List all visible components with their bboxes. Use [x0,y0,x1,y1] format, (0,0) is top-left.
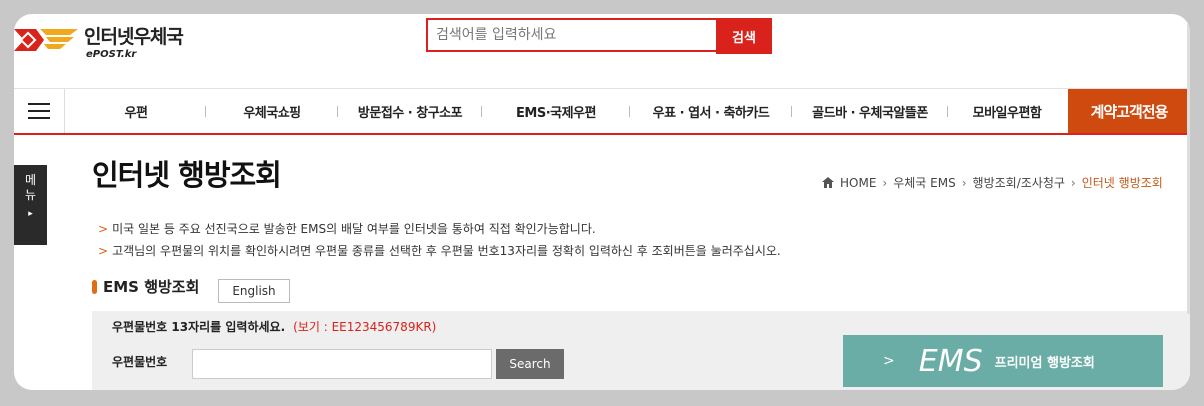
contract-customer-button[interactable]: 계약고객전용 [1068,89,1190,133]
side-menu-tab[interactable]: 메 뉴 ▸ [14,165,47,245]
nav-item-label: 방문접수 · 창구소포 [357,105,463,121]
section-title-text: EMS 행방조회 [103,278,200,296]
nav-item-mail[interactable]: 우편 [66,89,206,133]
global-search-button[interactable]: 검색 [716,18,772,54]
form-guide-text: 우편물번호 13자리를 입력하세요. [112,320,286,334]
chevron-right-icon: > [883,353,895,369]
epost-logo[interactable]: 인터넷우체국 ePOST.kr [14,20,214,66]
nav-item-label: 우체국쇼핑 [243,105,301,121]
scrollbar[interactable] [1187,24,1190,314]
info-note: > 미국 일본 등 주요 선진국으로 발송한 EMS의 배달 여부를 인터넷을 통… [98,220,596,237]
form-guide: 우편물번호 13자리를 입력하세요. (보기 : EE123456789KR) [112,318,436,335]
nav-item-stamps[interactable]: 우표 · 엽서 · 축하카드 [630,89,792,133]
chevron-right-icon: › [1070,175,1076,190]
breadcrumb-current: 인터넷 행방조회 [1081,176,1163,190]
nav-item-label: 우편 [124,105,148,121]
nav-items: 우편 우체국쇼핑 방문접수 · 창구소포 EMS·국제우편 우표 · 엽서 · … [66,89,1066,133]
form-example: (보기 : EE123456789KR) [293,320,437,334]
nav-item-mobile-mailbox[interactable]: 모바일우편함 [948,89,1066,133]
bullet-icon: > [98,222,109,236]
section-title: EMS 행방조회 [92,276,199,297]
page-title: 인터넷 행방조회 [92,158,282,192]
info-note-text: 미국 일본 등 주요 선진국으로 발송한 EMS의 배달 여부를 인터넷을 통하… [112,222,596,236]
global-search: 검색 [426,18,772,54]
global-search-input[interactable] [426,18,716,52]
chevron-right-icon: › [882,175,888,190]
logo-subtitle: ePOST.kr [86,49,137,60]
nav-item-ems[interactable]: EMS·국제우편 [482,89,630,133]
info-note: > 고객님의 우편물의 위치를 확인하시려면 우편물 종류를 선택한 후 우편물 … [98,242,781,259]
logo-title: 인터넷우체국 [84,26,184,48]
browser-viewport: 인터넷우체국 ePOST.kr 검색 우편 우체국쇼핑 방문접수 · 창구소포 … [14,14,1190,390]
nav-item-label: 골드바 · 우체국알뜰폰 [812,105,928,121]
section-marker-icon [92,279,97,294]
tracking-form: 우편물번호 13자리를 입력하세요. (보기 : EE123456789KR) 우… [92,311,1190,390]
nav-item-label: 모바일우편함 [972,105,1042,121]
breadcrumb-tracking[interactable]: 행방조회/조사청구 [973,174,1065,191]
nav-item-goldbar[interactable]: 골드바 · 우체국알뜰폰 [792,89,948,133]
ems-premium-big: EMS [918,343,983,379]
bullet-icon: > [98,244,109,258]
side-tab-char: 뉴 [24,188,37,202]
nav-item-shopping[interactable]: 우체국쇼핑 [206,89,338,133]
breadcrumb: HOME › 우체국 EMS › 행방조회/조사청구 › 인터넷 행방조회 [822,174,1163,191]
main-nav: 우편 우체국쇼핑 방문접수 · 창구소포 EMS·국제우편 우표 · 엽서 · … [14,88,1190,135]
tracking-search-button[interactable]: Search [496,349,564,379]
ems-premium-label: 프리미엄 행방조회 [994,355,1095,371]
nav-item-label: 우표 · 엽서 · 축하카드 [652,105,770,121]
chevron-right-icon: › [961,175,967,190]
tracking-number-label: 우편물번호 [112,355,168,369]
ems-premium-tracking-button[interactable]: > EMS 프리미엄 행방조회 [843,335,1163,387]
english-button[interactable]: English [218,279,290,303]
side-tab-arrow-icon: ▸ [28,209,33,219]
nav-item-label: EMS·국제우편 [516,105,596,121]
tracking-number-input[interactable] [192,349,492,379]
breadcrumb-ems[interactable]: 우체국 EMS [893,174,956,191]
info-note-text: 고객님의 우편물의 위치를 확인하시려면 우편물 종류를 선택한 후 우편물 번… [112,244,781,258]
nav-item-parcel[interactable]: 방문접수 · 창구소포 [338,89,482,133]
breadcrumb-home[interactable]: HOME [840,176,876,190]
epost-logo-icon [14,29,78,51]
hamburger-menu-icon[interactable] [14,89,65,133]
home-icon [822,177,834,188]
side-tab-char: 메 [24,173,37,187]
